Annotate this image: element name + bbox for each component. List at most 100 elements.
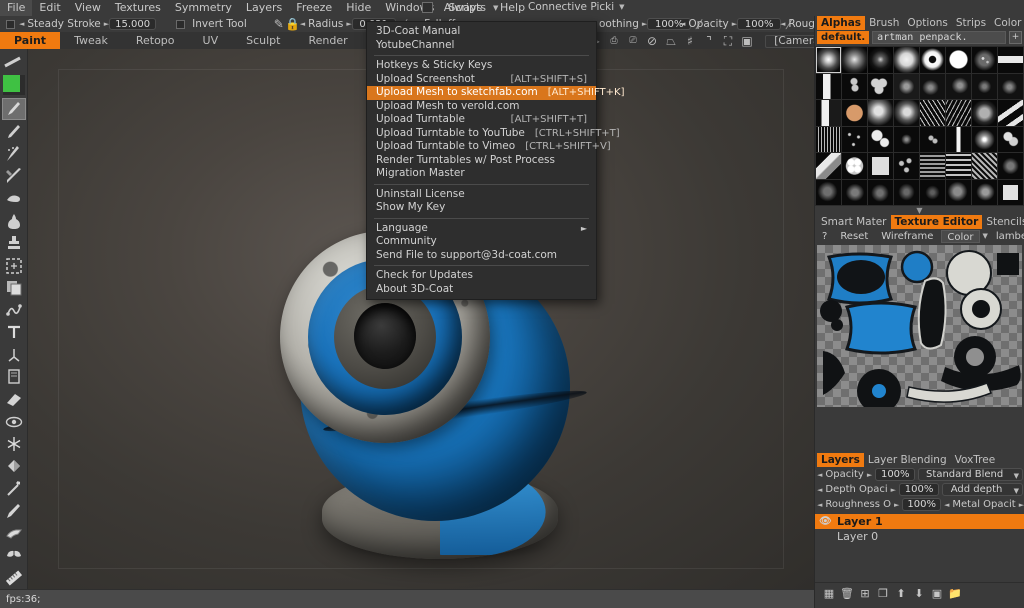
layer-row-1[interactable]: 👁 Layer 1 xyxy=(815,514,1024,529)
eye-icon[interactable]: 👁 xyxy=(819,516,832,527)
opacity-value[interactable]: 100% xyxy=(737,18,782,30)
alpha-cell[interactable] xyxy=(816,153,841,179)
texture-editor-canvas[interactable] xyxy=(817,245,1022,407)
menu-entry-upload-turntable[interactable]: Upload Turntable [ALT+SHIFT+T] xyxy=(367,113,596,127)
alpha-cell[interactable] xyxy=(868,73,893,99)
alpha-cell[interactable] xyxy=(920,100,945,126)
menu-entry-about[interactable]: About 3D-Coat xyxy=(367,283,596,297)
menu-entry-migration-master[interactable]: Migration Master xyxy=(367,167,596,181)
tab-alphas[interactable]: Alphas xyxy=(817,16,866,30)
menu-entry-upload-mesh-sketchfab[interactable]: Upload Mesh to sketchfab.com [ALT+SHIFT+… xyxy=(367,86,625,100)
alpha-cell[interactable] xyxy=(842,126,867,152)
shader-dropdown[interactable]: lambert xyxy=(991,230,1024,243)
menu-entry-check-updates[interactable]: Check for Updates xyxy=(367,269,596,283)
ruler-tool[interactable] xyxy=(2,567,26,589)
spline-tool[interactable] xyxy=(2,299,26,321)
axis-icon[interactable]: ⌝ xyxy=(702,34,716,48)
tab-render[interactable]: Render xyxy=(294,32,361,49)
menu-item-hide[interactable]: Hide xyxy=(339,0,378,16)
depth-mode-dropdown[interactable]: Add depth ▼ xyxy=(942,483,1023,496)
alpha-cell[interactable] xyxy=(842,153,867,179)
duplicate-layer-icon[interactable]: ❐ xyxy=(877,587,889,600)
alpha-cell[interactable] xyxy=(894,179,919,205)
alpha-cell[interactable] xyxy=(816,47,841,73)
alpha-cell[interactable] xyxy=(998,100,1023,126)
tab-stencils[interactable]: Stencils xyxy=(982,215,1024,229)
alpha-cell[interactable] xyxy=(998,47,1023,73)
color-swatch[interactable] xyxy=(2,75,25,95)
tab-strips[interactable]: Strips xyxy=(952,16,990,30)
alpha-cell[interactable] xyxy=(946,73,971,99)
preset-default-button[interactable]: default. xyxy=(817,30,870,44)
spray-tool[interactable] xyxy=(2,143,26,165)
move-up-icon[interactable]: ⬆ xyxy=(895,587,907,600)
chevron-down-icon[interactable]: ▼ xyxy=(1014,470,1019,482)
chevron-left-icon[interactable]: ◄ xyxy=(817,471,822,479)
alpha-cell[interactable] xyxy=(998,126,1023,152)
alpha-cell[interactable] xyxy=(972,126,997,152)
blend-mode-dropdown[interactable]: Standard Blend ▼ xyxy=(918,468,1023,481)
copy-tool[interactable] xyxy=(2,277,26,299)
alpha-cell[interactable] xyxy=(920,73,945,99)
chevron-down-icon[interactable]: ▼ xyxy=(983,232,988,240)
bucket-tool[interactable] xyxy=(2,455,26,477)
alpha-cell[interactable] xyxy=(998,73,1023,99)
menu-entry-language[interactable]: Language ► xyxy=(367,222,596,236)
grid-icon[interactable]: ♯ xyxy=(683,34,697,48)
select-tool[interactable] xyxy=(2,254,26,276)
lock-icon[interactable]: 🔒 xyxy=(285,17,300,31)
blend-tool[interactable] xyxy=(2,165,26,187)
alpha-cell[interactable] xyxy=(920,179,945,205)
alpha-cell[interactable] xyxy=(816,126,841,152)
picker-tool[interactable] xyxy=(2,500,26,522)
help-menu-dropdown[interactable]: 3D-Coat Manual YotubeChannel Hotkeys & S… xyxy=(366,21,625,300)
menu-item-layers[interactable]: Layers xyxy=(239,0,289,16)
fill-tool[interactable] xyxy=(2,210,26,232)
stamp-tool[interactable] xyxy=(2,232,26,254)
tab-voxtree[interactable]: VoxTree xyxy=(951,453,1000,467)
tab-paint[interactable]: Paint xyxy=(0,32,61,49)
help-button[interactable]: ? xyxy=(817,230,832,243)
alpha-cell[interactable] xyxy=(894,126,919,152)
menu-entry-upload-mesh-verold[interactable]: Upload Mesh to verold.com xyxy=(367,100,596,114)
text-tool[interactable] xyxy=(2,321,26,343)
chevron-left-icon[interactable]: ◄ xyxy=(817,501,822,509)
tab-smart-materials[interactable]: Smart Mater xyxy=(817,215,891,229)
alpha-brush-grid[interactable] xyxy=(815,46,1024,206)
steady-stroke-value[interactable]: 15.000 xyxy=(109,18,157,30)
no-icon[interactable]: ⊘ xyxy=(645,34,659,48)
menu-item-view[interactable]: View xyxy=(68,0,108,16)
alpha-cell[interactable] xyxy=(868,179,893,205)
menu-item-freeze[interactable]: Freeze xyxy=(289,0,339,16)
alpha-cell[interactable] xyxy=(868,126,893,152)
delete-layer-icon[interactable]: 🗑 xyxy=(840,587,854,600)
chevron-down-icon[interactable]: ▼ xyxy=(493,4,498,12)
alpha-cell[interactable] xyxy=(946,47,971,73)
depth-opacity-value[interactable]: 100% xyxy=(899,483,940,496)
cube-icon[interactable]: ⏢ xyxy=(664,34,678,48)
menu-entry-render-turntables[interactable]: Render Turntables w/ Post Process xyxy=(367,154,596,168)
brush-pressure-icon[interactable]: ✎ xyxy=(272,17,286,31)
alpha-cell[interactable] xyxy=(998,179,1023,205)
alpha-cell[interactable] xyxy=(946,153,971,179)
tab-texture-editor[interactable]: Texture Editor xyxy=(890,215,983,229)
picker-mode-dropdown[interactable]: Connective Picki ▼ xyxy=(528,1,625,13)
menu-entry-upload-screenshot[interactable]: Upload Screenshot [ALT+SHIFT+S] xyxy=(367,73,596,87)
fullscreen-icon[interactable]: ⛶ xyxy=(721,34,735,48)
menu-item-file[interactable]: File xyxy=(0,0,33,16)
tab-layer-blending[interactable]: Layer Blending xyxy=(864,453,951,467)
chevron-left-icon[interactable]: ◄ xyxy=(944,501,949,509)
all-icon[interactable]: ⎙ xyxy=(607,34,621,48)
move-down-icon[interactable]: ⬇ xyxy=(913,587,925,600)
symmetry-tool[interactable] xyxy=(2,544,26,566)
menu-item-edit[interactable]: Edit xyxy=(32,0,67,16)
brush-tool[interactable] xyxy=(1,97,26,121)
alpha-cell[interactable] xyxy=(920,153,945,179)
tab-retopo[interactable]: Retopo xyxy=(122,32,189,49)
measure-tool[interactable] xyxy=(2,344,26,366)
chevron-right-icon[interactable]: ► xyxy=(1019,501,1024,509)
menu-item-textures[interactable]: Textures xyxy=(108,0,168,16)
tab-color[interactable]: Color xyxy=(990,16,1024,30)
alpha-cell[interactable] xyxy=(920,126,945,152)
alpha-cell[interactable] xyxy=(842,100,867,126)
